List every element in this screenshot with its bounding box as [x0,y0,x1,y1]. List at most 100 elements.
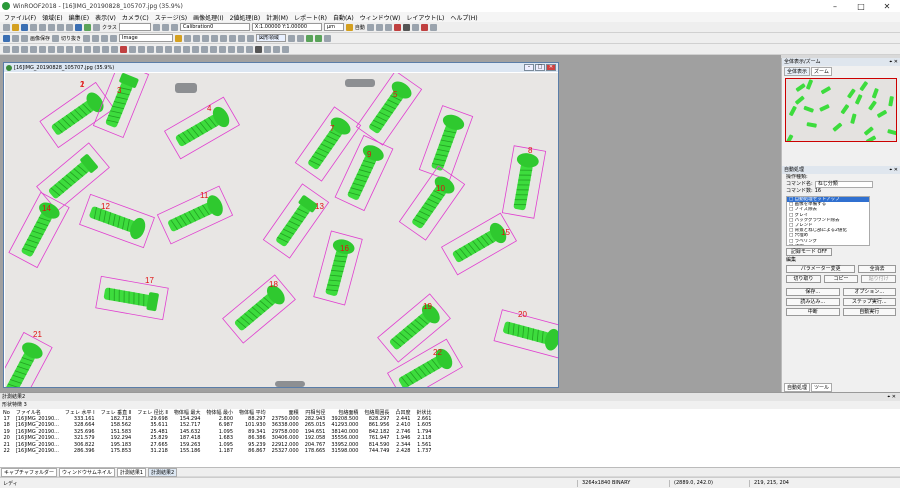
menu-item[interactable]: 自動(A) [333,13,354,22]
column-header[interactable]: 包絡周囲長 [361,409,392,416]
color-icon[interactable] [92,34,100,42]
screw-object[interactable] [441,212,517,276]
menu-item[interactable]: ウィンドウ(W) [360,13,401,22]
label-icon[interactable] [57,45,64,53]
column-header[interactable]: 物体幅 最大 [171,409,204,416]
menu-item[interactable]: ファイル(F) [4,13,36,22]
calibration-select[interactable]: Calibration0 [179,23,250,31]
table-row[interactable]: 22 [16]IMG_20190... 286.396 175.853 31.218 15… [0,448,434,454]
copy-icon[interactable] [48,23,55,31]
pencil-icon[interactable] [393,23,401,31]
paste-icon[interactable] [57,23,64,31]
column-header[interactable]: 凸凹度 [392,409,413,416]
screw-object[interactable] [36,142,110,212]
rotate-icon[interactable] [297,34,305,42]
arrow-icon[interactable] [420,23,428,31]
option-button[interactable]: オプション... [842,288,896,296]
angle-measure-icon[interactable] [147,45,154,53]
scissors-icon[interactable] [273,45,280,53]
select-icon[interactable] [219,45,226,53]
capture-icon[interactable] [21,34,28,42]
screw-object[interactable] [39,81,115,149]
menu-item[interactable]: 画像処理(I) [193,13,223,22]
screw-object[interactable] [8,191,70,269]
step-run-button[interactable]: ステップ実行... [842,298,896,306]
table-view-icon[interactable] [282,45,289,53]
brush-icon[interactable] [402,23,410,31]
image-window-header[interactable]: [16]IMG_20190828_105707.jpg (35.9%) [4,63,558,72]
print-icon[interactable] [30,23,37,31]
live-icon[interactable] [3,34,10,42]
pin-icon[interactable]: ⌖ ✕ [889,166,898,174]
pin-icon[interactable]: ⌖ ✕ [889,58,898,66]
bottom-tab[interactable]: ウィンドウサムネイル [58,467,115,477]
link-icon[interactable] [201,45,208,53]
arrow-draw-icon[interactable] [192,45,199,53]
screw-object[interactable] [5,331,53,387]
angle-icon[interactable] [238,34,246,42]
tab-auto-process[interactable]: 自動処理 [784,383,811,392]
pin-icon[interactable]: ⌖ ✕ [887,393,896,401]
open-icon[interactable] [21,45,28,53]
bottom-tab[interactable]: 計測結果2 [148,467,178,477]
wand-icon[interactable] [345,23,353,31]
freeze-icon[interactable] [12,34,19,42]
column-header[interactable]: 物体幅 平均 [236,409,269,416]
column-header[interactable]: 包絡面積 [328,409,361,416]
table-icon[interactable] [170,23,178,31]
tab-overview[interactable]: 全体表示 [784,67,811,76]
mark-icon[interactable] [210,45,217,53]
menu-item[interactable]: 表示(V) [95,13,116,22]
column-header[interactable]: 円相当径 [302,409,329,416]
screw-object[interactable] [95,275,169,321]
copy-button[interactable]: コピー [823,275,859,283]
menu-item[interactable]: 2値処理(B) [230,13,261,22]
image-maximize-button[interactable]: □ [535,64,545,71]
column-header[interactable]: 針状比 [413,409,434,416]
screw-object[interactable] [222,274,296,344]
dilate-icon[interactable] [12,45,19,53]
save-icon[interactable] [21,23,28,31]
cut-icon[interactable] [39,23,46,31]
erode-icon[interactable] [3,45,10,53]
camera-icon[interactable] [84,23,91,31]
screw-object[interactable] [79,193,155,249]
crop-icon[interactable] [52,34,60,42]
view-icon[interactable] [75,23,82,31]
paste-button[interactable]: 貼り付け [861,275,897,283]
solid-icon[interactable] [255,45,262,53]
report-icon[interactable] [315,34,323,42]
tab-zoom[interactable]: ズーム [811,67,832,76]
image-canvas[interactable]: 1 2 3 4 5 7 8 9 10 11 12 13 14 15 16 17 18 19 20 21 22 [5,73,558,387]
radius-icon[interactable] [156,45,163,53]
ruler-icon[interactable] [161,23,169,31]
results-tab[interactable]: 形状特徴 3 [0,401,900,409]
column-header[interactable]: フェレ 径比 Ⅱ [134,409,171,416]
zoom-in-icon[interactable] [366,23,374,31]
move-icon[interactable] [288,34,296,42]
maximize-button[interactable]: □ [848,0,874,12]
close-morph-icon[interactable] [30,45,37,53]
screw-object[interactable] [398,165,466,241]
star-icon[interactable] [429,23,437,31]
delete-icon[interactable] [120,45,127,53]
menu-item[interactable]: 編集(E) [69,13,89,22]
screw-object[interactable] [418,105,474,181]
auto-run-button[interactable]: 自動実行 [842,308,896,316]
screw-object[interactable] [262,183,330,259]
screw-object[interactable] [501,145,547,219]
not-icon[interactable] [93,45,100,53]
zoom-out-icon[interactable] [375,23,383,31]
open-file-icon[interactable] [12,23,19,31]
column-header[interactable]: ファイル名 [13,409,62,416]
undo-icon[interactable] [66,23,73,31]
circle-icon[interactable] [202,34,210,42]
image-minimize-button[interactable]: – [524,64,534,71]
menu-item[interactable]: 計測(M) [266,13,288,22]
new-file-icon[interactable] [3,23,10,31]
layout-icon[interactable] [306,34,314,42]
image-window[interactable]: [16]IMG_20190828_105707.jpg (35.9%) – □ … [3,62,559,388]
column-header[interactable]: No [0,409,13,416]
or-icon[interactable] [75,45,82,53]
point-icon[interactable] [247,34,255,42]
